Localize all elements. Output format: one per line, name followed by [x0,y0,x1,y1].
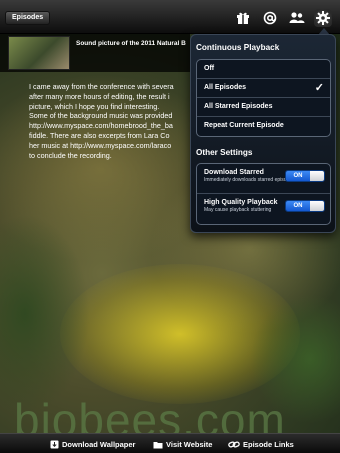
people-icon[interactable] [288,9,306,27]
link-icon [228,441,240,447]
toggle-knob [310,201,324,211]
download-wallpaper-button[interactable]: Download Wallpaper [50,438,135,450]
toggle-state: ON [286,171,310,181]
option-repeat-current-episode[interactable]: Repeat Current Episode [197,117,330,136]
wallpaper-watermark: biobees.com [14,394,286,433]
gift-icon[interactable] [234,9,252,27]
option-label: Off [204,65,215,72]
high-quality-playback-row: High Quality Playback May cause playback… [197,194,330,224]
description-line: Some of the background music was provide… [29,111,173,121]
download-wallpaper-label: Download Wallpaper [62,439,136,449]
description-line: picture, which I hope you find interesti… [29,101,160,111]
description-line[interactable]: http://www.myspace.com/homebrood_the_ba [29,121,194,131]
settings-popover: Continuous Playback Off All Episodes ✓ Al… [190,34,336,233]
other-settings-group: Download Starred Immediately downloads s… [196,163,331,225]
other-settings-title: Other Settings [196,148,253,157]
visit-website-button[interactable]: Visit Website [153,438,212,450]
description-line: fiddle. There are also excerpts from Lar… [29,130,170,140]
option-label: Repeat Current Episode [204,122,284,129]
top-toolbar: Episodes [0,0,340,34]
bottom-toolbar: Download Wallpaper Visit Website Episode… [0,433,340,453]
download-starred-toggle[interactable]: ON [285,170,325,182]
episode-links-button[interactable]: Episode Links [228,438,294,450]
download-icon [50,440,59,448]
continuous-playback-options: Off All Episodes ✓ All Starred Episodes R… [196,59,331,137]
toggle-state: ON [286,201,310,211]
option-all-episodes[interactable]: All Episodes ✓ [197,79,330,98]
visit-website-label: Visit Website [166,439,213,449]
description-line: after many more hours of editing, the re… [29,91,170,101]
download-starred-row: Download Starred Immediately downloads s… [197,164,330,194]
continuous-playback-title: Continuous Playback [196,43,280,52]
description-line: I came away from the conference with sev… [29,82,174,91]
episode-description: I came away from the conference with sev… [29,82,194,162]
email-at-icon[interactable] [261,9,279,27]
episode-title: Sound picture of the 2011 Natural B [76,40,186,47]
episode-thumbnail [8,36,70,70]
option-label: All Starred Episodes [204,103,273,110]
episode-links-label: Episode Links [243,439,294,449]
gear-icon[interactable] [314,9,332,27]
folder-icon [153,441,163,448]
checkmark-icon: ✓ [314,82,324,94]
toggle-knob [310,171,324,181]
episodes-back-button[interactable]: Episodes [5,11,51,25]
option-all-starred-episodes[interactable]: All Starred Episodes [197,98,330,117]
description-line[interactable]: her music at http://www.myspace.com/lara… [29,141,194,151]
description-line: to conclude the recording. [29,150,112,160]
option-label: All Episodes [204,84,247,91]
high-quality-playback-toggle[interactable]: ON [285,200,325,212]
option-off[interactable]: Off [197,60,330,79]
